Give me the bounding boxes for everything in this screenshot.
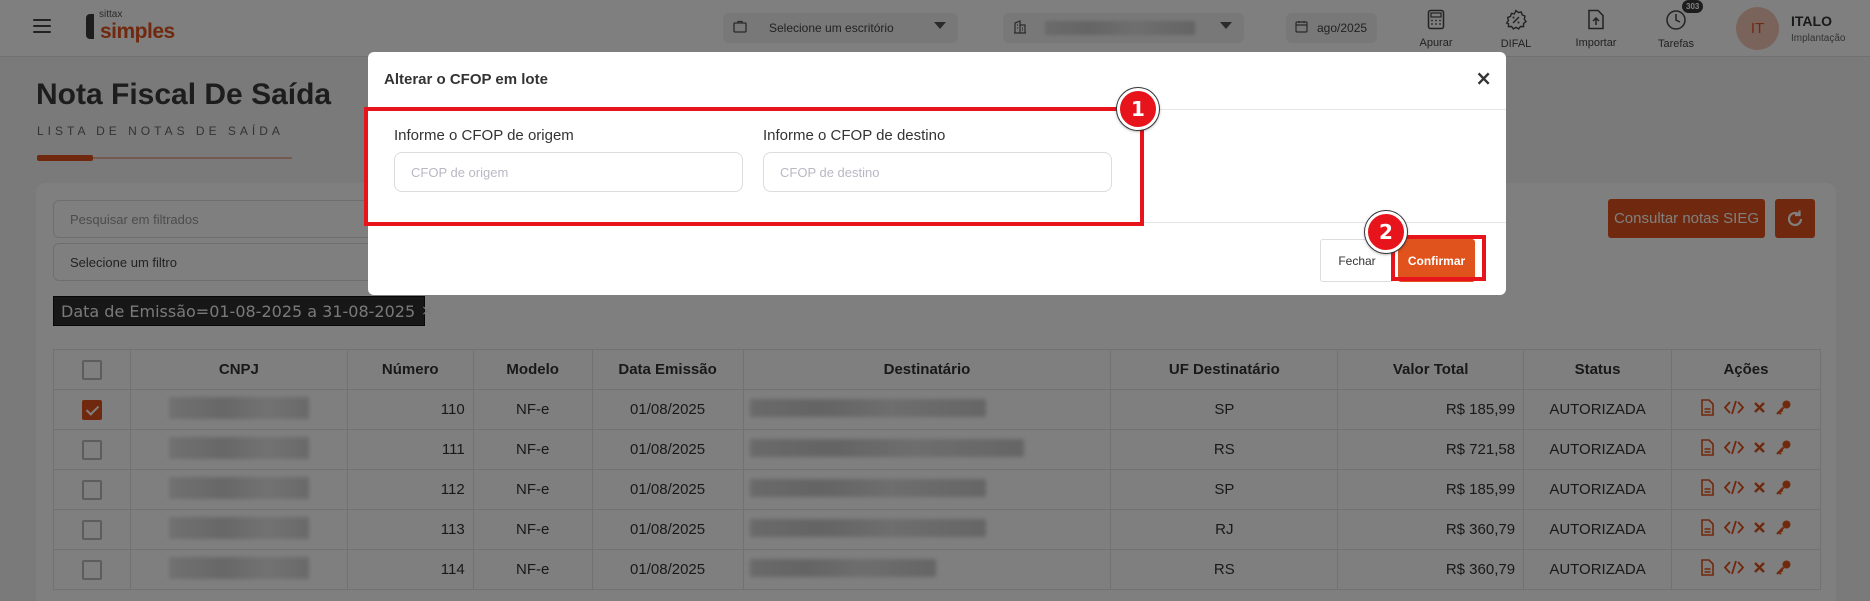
step-marker-1: 1: [1117, 88, 1159, 130]
modal-title: Alterar o CFOP em lote: [384, 71, 548, 88]
highlight-box-cfop-fields: [364, 107, 1144, 226]
close-icon[interactable]: ×: [1475, 66, 1492, 90]
step-marker-2: 2: [1365, 211, 1407, 253]
highlight-box-confirm: [1391, 235, 1486, 281]
modal-header: Alterar o CFOP em lote ×: [368, 52, 1506, 110]
